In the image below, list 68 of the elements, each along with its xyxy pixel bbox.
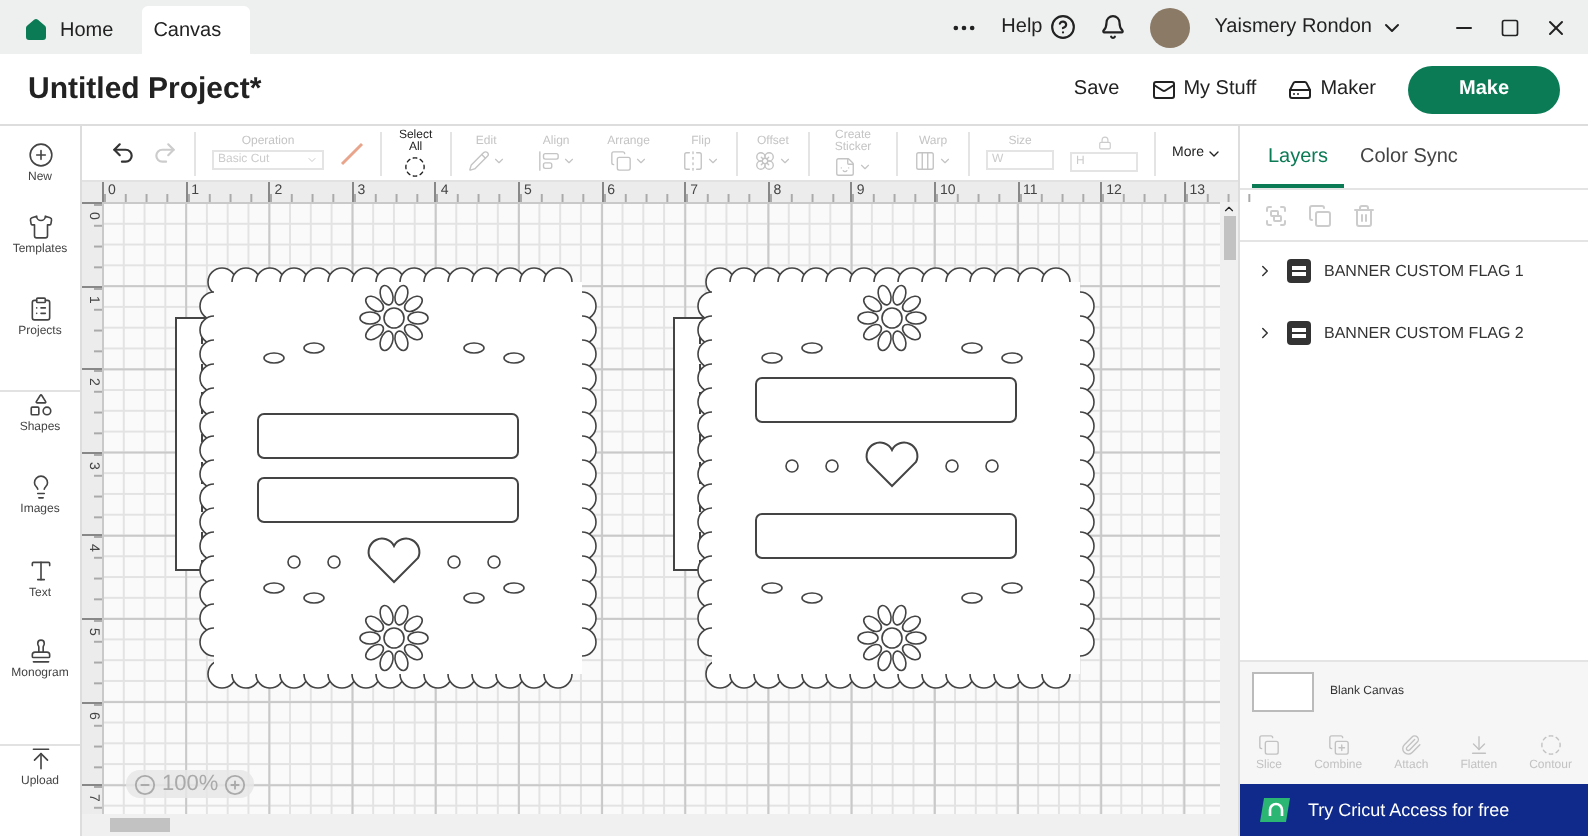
caret-icon	[858, 159, 872, 173]
caret-icon	[938, 153, 953, 167]
stamp-icon	[27, 638, 53, 664]
chevron-icon[interactable]	[1256, 324, 1274, 342]
my-stuff-button[interactable]: My Stuff	[1135, 77, 1273, 101]
scroll-up-icon[interactable]	[1222, 202, 1236, 216]
trash-icon[interactable]	[1352, 203, 1376, 227]
group-icon[interactable]	[1264, 203, 1288, 227]
project-title: Untitled Project*	[28, 72, 264, 106]
promo-banner[interactable]: Try Cricut Access for free	[1240, 784, 1588, 836]
shapes-icon	[27, 392, 53, 418]
maker-button[interactable]: Maker	[1272, 77, 1392, 101]
line-color-icon[interactable]	[340, 141, 364, 165]
scrollbar-thumb[interactable]	[110, 818, 170, 832]
caret-icon	[491, 153, 506, 167]
avatar[interactable]	[1150, 7, 1191, 47]
chevron-icon[interactable]	[1256, 262, 1274, 280]
layer-item[interactable]: BANNER CUSTOM FLAG 1	[1256, 258, 1588, 284]
caret-icon	[777, 153, 792, 167]
zoom-out-icon[interactable]	[134, 773, 156, 795]
tab[interactable]: Home	[12, 6, 142, 54]
columns-icon	[914, 149, 937, 171]
sticker-icon	[834, 155, 856, 177]
user-menu[interactable]: Yaismery Rondon	[1214, 15, 1404, 39]
align-icon	[537, 149, 560, 171]
make-button[interactable]: Make	[1408, 65, 1560, 113]
caret-icon	[561, 153, 576, 167]
panel-tab[interactable]: Color Sync	[1344, 146, 1474, 188]
flower-icon	[753, 149, 776, 171]
undo-icon[interactable]	[110, 140, 136, 166]
machine-icon	[1288, 77, 1313, 101]
panel-tab[interactable]: Layers	[1252, 146, 1345, 188]
paperclip-icon	[1400, 733, 1423, 755]
tab[interactable]: Canvas	[141, 6, 250, 54]
dashed-circle-icon	[404, 155, 427, 177]
bell-icon[interactable]	[1100, 14, 1127, 40]
zoom-level: 100%	[162, 772, 219, 796]
help-button[interactable]: Help	[1001, 14, 1077, 40]
upload-icon	[27, 746, 53, 772]
duplicate-icon[interactable]	[1308, 203, 1332, 227]
clipboard-icon	[27, 296, 53, 322]
close-icon[interactable]	[1544, 15, 1568, 39]
caret-icon	[633, 153, 648, 167]
type-icon	[27, 558, 53, 584]
blank-canvas-thumbnail[interactable]	[1252, 671, 1314, 711]
copy-icon	[609, 149, 632, 171]
help-icon	[1050, 14, 1077, 40]
mail-icon	[1151, 77, 1176, 101]
arrow-down-icon	[1467, 733, 1490, 755]
cricut-logo-icon	[1260, 796, 1292, 824]
home-icon	[24, 18, 48, 42]
save-button[interactable]: Save	[1057, 78, 1136, 100]
caret-icon	[705, 153, 720, 167]
caret-icon	[306, 154, 318, 166]
plus-icon	[27, 142, 53, 168]
banner-thumbnail-icon	[1286, 320, 1312, 346]
shirt-icon	[27, 214, 53, 240]
pencil-icon	[467, 149, 490, 171]
layer-item[interactable]: BANNER CUSTOM FLAG 2	[1256, 320, 1588, 346]
squares-icon	[1258, 733, 1281, 755]
maximize-icon[interactable]	[1500, 17, 1520, 37]
squares-plus-icon	[1327, 733, 1350, 755]
zoom-in-icon[interactable]	[224, 773, 247, 795]
scrollbar-thumb[interactable]	[1223, 216, 1235, 260]
lock-icon[interactable]	[1097, 135, 1112, 149]
dashed-circle-icon	[1539, 733, 1562, 755]
banner-thumbnail-icon	[1286, 258, 1312, 284]
flip-icon	[681, 149, 704, 171]
